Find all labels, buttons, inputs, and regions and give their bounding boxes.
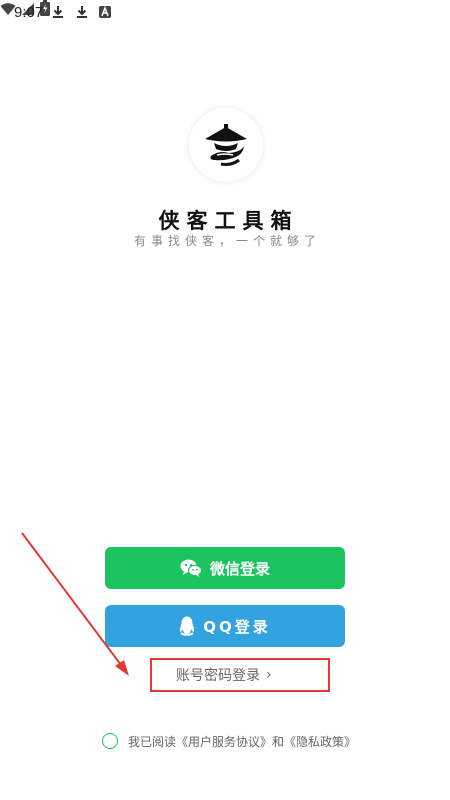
account-login-label: 账号密码登录 [176, 668, 260, 684]
agreement-text: 我已阅读《用户服务协议》和《隐私政策》 [128, 734, 357, 749]
download-icon [53, 6, 63, 18]
qq-login-label: QQ登录 [203, 617, 271, 636]
a-app-icon [99, 5, 111, 18]
wechat-icon [180, 559, 202, 577]
qq-penguin-icon [179, 616, 195, 636]
download-icon [77, 6, 87, 18]
app-logo [189, 108, 263, 182]
agreement-row[interactable]: 我已阅读《用户服务协议》和《隐私政策》 [102, 731, 356, 751]
swordsman-logo-icon [205, 124, 247, 166]
wechat-login-label: 微信登录 [209, 559, 270, 578]
status-bar: 9:07 [0, 0, 450, 26]
app-slogan: 有事找侠客，一个就够了 [133, 234, 321, 248]
app-title: 侠客工具箱 [158, 209, 299, 233]
agreement-checkbox[interactable] [102, 733, 118, 749]
status-time: 9:07 [14, 4, 44, 21]
qq-login-button[interactable]: QQ登录 [105, 605, 345, 647]
login-screen: 9:07 侠客工具箱 有事找侠客，一个就够了 微信登录 QQ登录 账号密码登录 … [0, 0, 450, 800]
chevron-right-icon: › [266, 667, 272, 683]
account-password-login-link[interactable]: 账号密码登录 › [150, 658, 330, 692]
wechat-login-button[interactable]: 微信登录 [105, 547, 345, 589]
